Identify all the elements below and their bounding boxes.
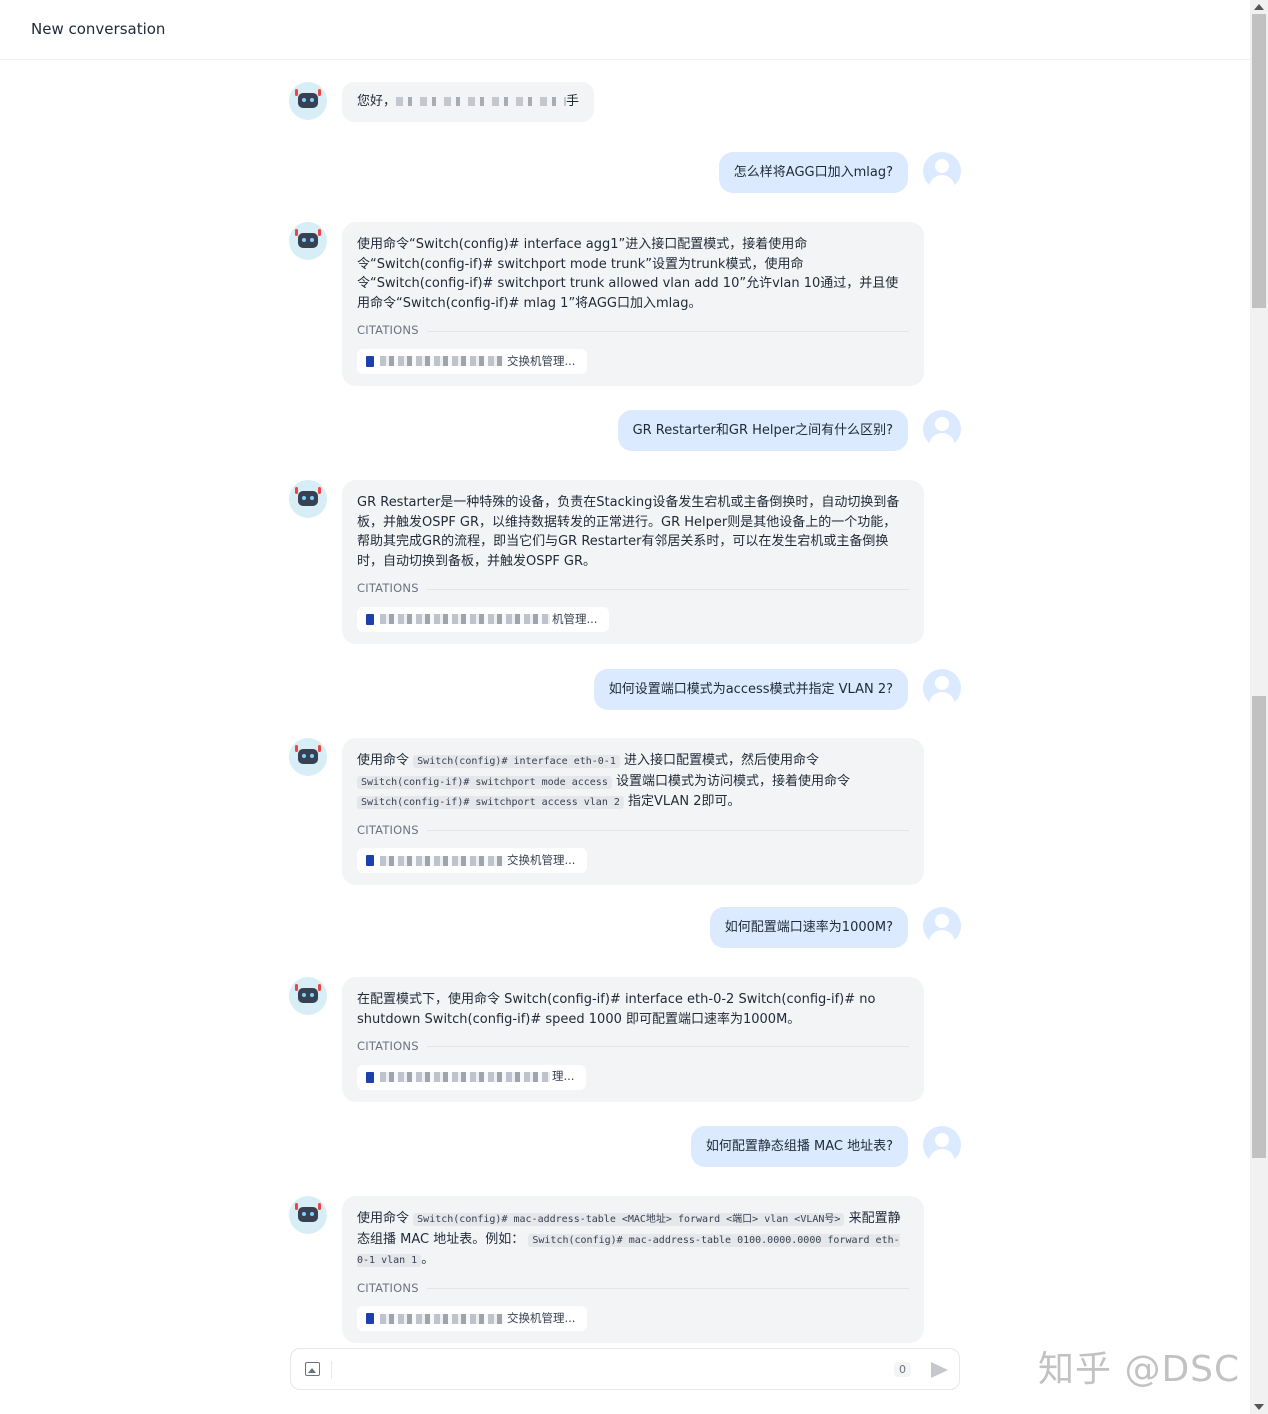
redacted-text — [396, 97, 567, 106]
conversation-title: New conversation — [31, 20, 166, 38]
message-text: 使用命令 Switch(config)# mac-address-table <… — [357, 1211, 901, 1268]
image-upload-icon[interactable] — [305, 1362, 320, 1376]
bot-bubble: GR Restarter是一种特殊的设备，负责在Stacking设备发生宕机或主… — [342, 480, 924, 644]
bot-avatar-icon — [289, 480, 327, 518]
document-icon — [366, 1071, 374, 1083]
bot-bubble: 使用命令 Switch(config)# interface eth-0-1 进… — [342, 738, 924, 886]
citation-chip[interactable]: 理... — [357, 1064, 587, 1090]
user-bubble: 怎么样将AGG口加入mlag? — [718, 152, 908, 193]
citation-chip[interactable]: 机管理... — [357, 606, 610, 632]
bot-avatar-icon — [289, 1196, 327, 1234]
message-text: 使用命令 Switch(config)# interface eth-0-1 进… — [357, 753, 850, 810]
code-snippet: Switch(config-if)# switchport mode acces… — [357, 775, 612, 789]
redacted-text — [380, 356, 505, 367]
document-icon — [366, 355, 374, 367]
document-icon — [366, 1313, 374, 1325]
document-icon — [366, 613, 374, 625]
user-avatar-icon — [923, 1126, 961, 1164]
user-avatar-icon — [923, 152, 961, 190]
code-snippet: Switch(config-if)# switchport access vla… — [357, 796, 624, 810]
watermark: 知乎 @DSC — [1038, 1349, 1241, 1390]
bot-bubble: 使用命令“Switch(config)# interface agg1”进入接口… — [342, 222, 924, 386]
user-avatar-icon — [923, 907, 961, 945]
scroll-thumb[interactable] — [1252, 14, 1266, 308]
user-bubble: 如何配置静态组播 MAC 地址表? — [690, 1126, 908, 1167]
redacted-text — [380, 614, 550, 625]
message-text: 在配置模式下，使用命令 Switch(config-if)# interface… — [357, 992, 876, 1027]
scrollbar[interactable] — [1250, 0, 1268, 1414]
citations-header: CITATIONS — [357, 321, 909, 341]
user-bubble: GR Restarter和GR Helper之间有什么区别? — [617, 410, 908, 451]
user-bubble: 如何设置端口模式为access模式并指定 VLAN 2? — [593, 669, 908, 710]
send-icon[interactable] — [931, 1362, 948, 1378]
redacted-text — [380, 1313, 505, 1324]
citation-chip[interactable]: 交换机管理... — [357, 848, 588, 874]
scroll-down-arrow-icon[interactable] — [1254, 1404, 1264, 1410]
message-text: 您好， — [357, 94, 397, 109]
divider — [331, 1361, 332, 1379]
bot-avatar-icon — [289, 222, 327, 260]
document-icon — [366, 855, 374, 867]
citation-chip[interactable]: 交换机管理... — [357, 1306, 588, 1332]
citation-chip[interactable]: 交换机管理... — [357, 348, 588, 374]
message-composer[interactable]: 0 — [290, 1348, 960, 1390]
user-bubble: 如何配置端口速率为1000M? — [709, 907, 908, 948]
code-snippet: Switch(config)# mac-address-table <MAC地址… — [413, 1213, 845, 1226]
conversation-header: New conversation — [0, 0, 1250, 60]
bot-avatar-icon — [289, 82, 327, 120]
user-avatar-icon — [923, 410, 961, 448]
user-avatar-icon — [923, 669, 961, 707]
character-counter: 0 — [894, 1362, 911, 1377]
bot-avatar-icon — [289, 977, 327, 1015]
citations-header: CITATIONS — [357, 1279, 909, 1299]
citations-header: CITATIONS — [357, 579, 909, 599]
chat-area[interactable]: 您好， 手 怎么样将AGG口加入mlag? 使用命令“Switch(config)… — [0, 60, 1250, 1344]
redacted-text — [380, 1072, 550, 1083]
bot-avatar-icon — [289, 738, 327, 776]
message-text: GR Restarter是一种特殊的设备，负责在Stacking设备发生宕机或主… — [357, 495, 900, 569]
bot-bubble: 使用命令 Switch(config)# mac-address-table <… — [342, 1196, 924, 1344]
code-snippet: Switch(config)# interface eth-0-1 — [413, 755, 620, 768]
bot-bubble: 您好， 手 — [342, 82, 595, 122]
redacted-text — [380, 855, 505, 866]
bot-bubble: 在配置模式下，使用命令 Switch(config-if)# interface… — [342, 977, 924, 1102]
scroll-up-arrow-icon[interactable] — [1254, 4, 1264, 10]
citations-header: CITATIONS — [357, 1037, 909, 1057]
message-text: 使用命令“Switch(config)# interface agg1”进入接口… — [357, 237, 899, 311]
message-text: 手 — [566, 94, 580, 109]
citations-header: CITATIONS — [357, 821, 909, 841]
scroll-thumb-secondary[interactable] — [1252, 696, 1266, 1158]
